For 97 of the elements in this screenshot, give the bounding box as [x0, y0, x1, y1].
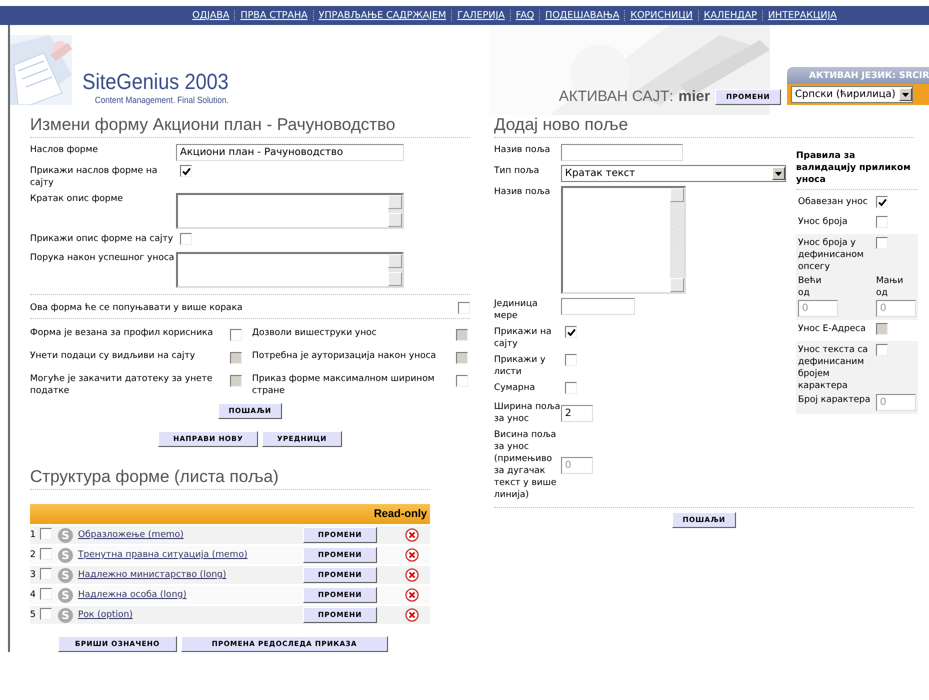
field-label: Прикажи на сајту [494, 326, 552, 350]
nav-link[interactable]: ГАЛЕРИЈА [451, 10, 510, 21]
nav-link[interactable]: ОДЈАВА [187, 10, 234, 21]
field-label: Назив поља [494, 144, 552, 156]
row-number: 1 [30, 529, 37, 541]
checkbox[interactable] [180, 165, 192, 177]
text-field[interactable] [561, 144, 683, 161]
type-select[interactable]: Кратак текст [561, 165, 786, 182]
checkbox[interactable] [40, 528, 52, 540]
validation-title: Правила за валидацију приликом уноса [796, 150, 918, 190]
delete-icon[interactable] [404, 528, 418, 542]
status-badge: S [58, 588, 73, 602]
text-area[interactable] [561, 186, 686, 294]
rule-label: Унос Е-Адреса [798, 322, 867, 336]
option-label: Дозволи вишеструки унос [252, 327, 378, 339]
option-label: Унети подаци су видљиви на сајту [30, 350, 196, 362]
nav-link[interactable]: КАЛЕНДАР [698, 10, 762, 21]
structure-title: Структура форме (листа поља) [30, 467, 430, 490]
checkbox[interactable] [565, 382, 577, 394]
logo-tagline: Content Management. Final Solution. [94, 95, 229, 105]
option-label: Форма је везана за профил корисника [30, 327, 214, 339]
field-link[interactable]: Надлежна особа (long) [78, 590, 303, 600]
status-badge: S [58, 608, 73, 622]
field-label: Прикажи опис форме на сајту [30, 233, 174, 245]
active-site-name: mier [678, 88, 710, 105]
column-header: Read-only [374, 508, 427, 520]
count-label: Број карактера [798, 394, 872, 406]
rule-label: Обавезан унос [798, 196, 869, 209]
delete-icon[interactable] [404, 608, 418, 622]
nav-link[interactable]: УПРАВЉАЊЕ САДРЖАЈЕМ [312, 10, 452, 21]
field-link[interactable]: Рок (option) [78, 610, 303, 620]
nav-link[interactable]: ПОДЕШАВАЊА [539, 10, 624, 21]
checkbox[interactable] [876, 196, 888, 208]
nav-link[interactable]: FAQ [510, 10, 540, 21]
row-number: 3 [30, 569, 37, 581]
checkbox[interactable] [458, 302, 470, 314]
checkbox[interactable] [180, 233, 192, 245]
nav-link[interactable]: КОРИСНИЦИ [624, 10, 698, 21]
delete-icon[interactable] [404, 588, 418, 602]
field-label: Назив поља [494, 186, 552, 198]
field-label: Јединица мере [494, 298, 539, 322]
checkbox[interactable] [876, 236, 888, 248]
field-label: Кратак опис форме [30, 193, 124, 205]
option-label: Потребна је ауторизација након уноса [252, 350, 438, 362]
row-number: 2 [30, 549, 37, 561]
logo-title: SiteGenius 2003 [82, 69, 229, 95]
field-label: Прикажи наслов форме на сајту [30, 165, 158, 189]
rule-label: Унос броја [798, 216, 848, 228]
language-select[interactable]: Српски (ћирилица) [791, 86, 913, 103]
field-label: Сумарна [494, 382, 536, 394]
field-label: Порука након успешног уноса [30, 252, 176, 264]
checkbox[interactable] [456, 375, 468, 387]
delete-icon[interactable] [404, 548, 418, 562]
checkbox[interactable] [40, 588, 52, 600]
checkbox[interactable] [876, 216, 888, 228]
checkbox[interactable] [40, 568, 52, 580]
number-field[interactable]: 2 [561, 404, 593, 422]
max-label: Мањи од [876, 274, 904, 298]
field-link[interactable]: Тренутна правна ситуација (memo) [78, 550, 303, 560]
row-number: 4 [30, 589, 37, 601]
field-label: Тип поља [494, 165, 540, 177]
nav-link[interactable]: ПРВА СТРАНА [234, 10, 313, 21]
field-label: Ширина поља за унос [494, 401, 561, 425]
checkbox[interactable] [565, 354, 577, 366]
option-label: Приказ форме максималном ширином стране [252, 373, 436, 397]
text-area[interactable] [176, 193, 404, 229]
checkbox[interactable] [565, 326, 577, 338]
checkbox[interactable] [876, 344, 888, 356]
active-language-label: АКТИВАН ЈЕЗИК: SRCIR [787, 67, 929, 84]
nav-link[interactable]: ИНТЕРАКЦИЈА [762, 10, 842, 21]
status-badge: S [58, 528, 73, 542]
edit-form-title: Измени форму Акциони план - Рачуноводство [30, 115, 470, 138]
active-site-label: АКТИВАН САЈТ: [558, 88, 674, 105]
min-label: Већи од [798, 274, 822, 298]
rule-label: Унос броја у дефинисаном опсегу [798, 236, 865, 272]
text-field[interactable]: Акциони план - Рачуноводство [176, 144, 404, 161]
rule-label: Унос текста са дефинисаним бројем карактера [798, 344, 869, 392]
field-label: Висина поља за унос (примењиво за дугачак текст у више линија) [494, 429, 558, 501]
text-field[interactable] [561, 298, 635, 315]
caret-icon [775, 172, 782, 176]
row-number: 5 [30, 609, 37, 621]
checkbox[interactable] [230, 329, 242, 341]
new-field-title: Додај ново поље [494, 115, 914, 138]
field-link[interactable]: Надлежно министарство (long) [78, 570, 303, 580]
field-label: Прикажи у листи [494, 354, 546, 378]
checkbox[interactable] [40, 548, 52, 560]
checkbox[interactable] [40, 608, 52, 620]
text-area[interactable] [176, 252, 404, 288]
caret-icon [902, 92, 909, 96]
delete-icon[interactable] [404, 568, 418, 582]
number-field[interactable]: 0 [561, 456, 593, 474]
field-label: Наслов форме [30, 144, 99, 156]
status-badge: S [58, 548, 73, 562]
status-badge: S [58, 568, 73, 582]
option-label: Могуће је закачити датотеку за унете податке [30, 373, 214, 397]
field-link[interactable]: Образложење (memo) [78, 530, 303, 540]
option-label: Ова форма ће се попуњавати у више корака [30, 302, 243, 314]
